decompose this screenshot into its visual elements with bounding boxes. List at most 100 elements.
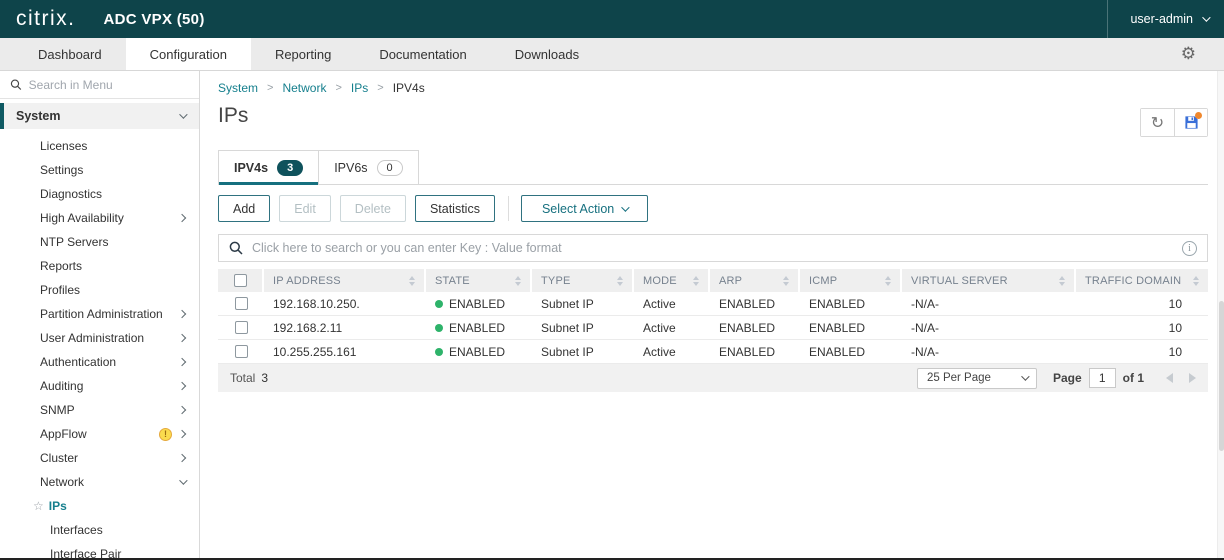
edit-button[interactable]: Edit (279, 195, 331, 222)
chevron-right-icon (177, 213, 187, 223)
sort-icon[interactable] (1059, 275, 1065, 286)
sidebar-item-partition-administration[interactable]: Partition Administration (0, 302, 199, 326)
sidebar-item-ips[interactable]: ☆ IPs (0, 494, 199, 518)
cell-arp: ENABLED (719, 344, 776, 359)
nav-tab-downloads[interactable]: Downloads (491, 38, 603, 70)
search-icon (229, 241, 243, 255)
sort-icon[interactable] (409, 275, 415, 286)
row-checkbox[interactable] (234, 297, 248, 310)
status-enabled-icon (435, 299, 443, 308)
page-group: Page of 1 (1053, 368, 1144, 388)
info-icon[interactable]: i (1182, 240, 1197, 256)
sidebar-item-high-availability[interactable]: High Availability (0, 206, 199, 230)
sidebar-item-interfaces[interactable]: Interfaces (0, 518, 199, 542)
page-number-input[interactable] (1088, 368, 1116, 388)
sort-icon[interactable] (693, 275, 699, 286)
table-row: 192.168.10.250. ENABLED Subnet IP Active… (218, 292, 1208, 316)
row-checkbox[interactable] (234, 321, 248, 334)
column-header-icmp[interactable]: ICMP (800, 269, 900, 292)
sidebar-item-cluster[interactable]: Cluster (0, 446, 199, 470)
sidebar-item-user-administration[interactable]: User Administration (0, 326, 199, 350)
breadcrumb-network[interactable]: Network (282, 81, 326, 95)
save-config-button[interactable] (1174, 109, 1207, 136)
cell-virtual-server: -N/A- (911, 344, 939, 359)
column-header-state[interactable]: STATE (426, 269, 530, 292)
sidebar-menu: System Licenses Settings Diagnostics Hig… (0, 99, 199, 558)
sort-icon[interactable] (1193, 275, 1199, 286)
nav-tab-reporting[interactable]: Reporting (251, 38, 355, 70)
tab-ipv4s[interactable]: IPV4s 3 (218, 150, 320, 185)
sidebar-item-label: Auditing (40, 379, 84, 393)
sort-icon[interactable] (515, 275, 521, 286)
cell-state: ENABLED (426, 297, 532, 311)
count-badge: 0 (376, 159, 403, 176)
main-nav: Dashboard Configuration Reporting Docume… (0, 38, 1224, 71)
nav-tab-documentation[interactable]: Documentation (355, 38, 490, 70)
nav-tab-dashboard[interactable]: Dashboard (14, 38, 126, 70)
column-header-traffic-domain[interactable]: TRAFFIC DOMAIN (1076, 269, 1208, 292)
notification-dot (1195, 112, 1202, 119)
settings-button[interactable]: ⚙ (1181, 38, 1196, 70)
sidebar-item-ntp-servers[interactable]: NTP Servers (0, 230, 199, 254)
cell-mode: Active (643, 296, 676, 311)
sidebar-item-authentication[interactable]: Authentication (0, 350, 199, 374)
sidebar-item-interface-pair[interactable]: Interface Pair (0, 542, 199, 558)
user-menu[interactable]: user-admin (1107, 0, 1224, 38)
chevron-right-icon (177, 357, 187, 367)
next-page-icon[interactable] (1189, 373, 1196, 383)
sort-icon[interactable] (783, 275, 789, 286)
sort-icon[interactable] (885, 275, 891, 286)
app-window: citrix. ADC VPX (50) user-admin Dashboar… (0, 0, 1224, 560)
breadcrumb-ips[interactable]: IPs (351, 81, 368, 95)
refresh-button[interactable]: ↻ (1141, 109, 1174, 136)
cell-type: Subnet IP (541, 320, 594, 335)
column-header-mode[interactable]: MODE (634, 269, 708, 292)
per-page-select[interactable]: 25 Per Page (916, 367, 1037, 389)
sidebar-item-reports[interactable]: Reports (0, 254, 199, 278)
sidebar-item-system[interactable]: System (0, 103, 199, 129)
sidebar-item-label: Network (40, 475, 85, 489)
sort-icon[interactable] (617, 275, 623, 286)
row-checkbox[interactable] (234, 345, 248, 358)
statistics-button[interactable]: Statistics (414, 195, 495, 222)
cell-virtual-server: -N/A- (911, 296, 939, 311)
cell-traffic-domain: 10 (1168, 344, 1182, 359)
scrollbar-thumb[interactable] (1219, 301, 1224, 451)
sidebar-item-label: Diagnostics (40, 187, 103, 201)
title-row: IPs ↻ (218, 104, 1208, 137)
sidebar-item-auditing[interactable]: Auditing (0, 374, 199, 398)
cell-state: ENABLED (426, 321, 532, 335)
sidebar-item-snmp[interactable]: SNMP (0, 398, 199, 422)
breadcrumb-system[interactable]: System (218, 81, 258, 95)
column-header-ip-address[interactable]: IP ADDRESS (264, 269, 424, 292)
column-header-virtual-server[interactable]: VIRTUAL SERVER (902, 269, 1074, 292)
select-action-button[interactable]: Select Action (520, 195, 649, 222)
cell-ip-address: 192.168.2.11 (273, 320, 343, 335)
sidebar-item-network[interactable]: Network (0, 470, 199, 494)
vertical-scrollbar[interactable] (1217, 71, 1224, 558)
sidebar-item-appflow[interactable]: AppFlow ! (0, 422, 199, 446)
nav-tab-configuration[interactable]: Configuration (125, 38, 251, 70)
sidebar-item-profiles[interactable]: Profiles (0, 278, 199, 302)
delete-button[interactable]: Delete (339, 195, 406, 222)
table-search-input[interactable] (252, 241, 1173, 255)
column-header-type[interactable]: TYPE (532, 269, 632, 292)
status-text: ENABLED (449, 320, 506, 335)
tab-ipv6s[interactable]: IPV6s 0 (319, 150, 419, 184)
sidebar-search[interactable] (0, 71, 199, 99)
cell-type: Subnet IP (541, 344, 594, 359)
cell-icmp: ENABLED (809, 344, 866, 359)
sidebar-search-input[interactable] (28, 77, 189, 92)
sidebar-item-label: AppFlow (40, 427, 87, 441)
toolbar: Add Edit Delete Statistics Select Action (218, 195, 1208, 222)
status-text: ENABLED (449, 344, 506, 359)
sidebar-item-label: NTP Servers (40, 235, 109, 249)
column-header-arp[interactable]: ARP (710, 269, 798, 292)
add-button[interactable]: Add (218, 195, 271, 222)
sidebar-item-licenses[interactable]: Licenses (0, 134, 199, 158)
previous-page-icon[interactable] (1166, 373, 1173, 383)
select-all-checkbox[interactable] (233, 274, 247, 287)
sidebar-item-diagnostics[interactable]: Diagnostics (0, 182, 199, 206)
cell-icmp: ENABLED (809, 320, 866, 335)
sidebar-item-settings[interactable]: Settings (0, 158, 199, 182)
